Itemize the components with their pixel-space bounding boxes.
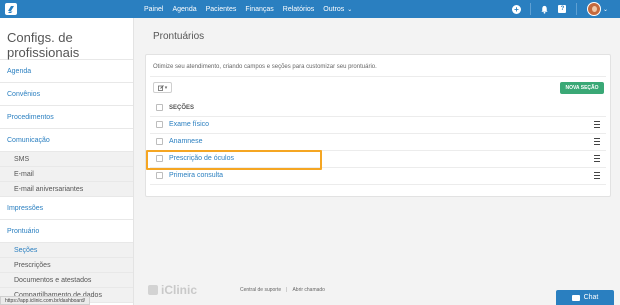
- sidebar-subitem-sms[interactable]: SMS: [0, 152, 133, 167]
- drag-handle-icon[interactable]: [594, 121, 600, 128]
- table-row: Exame físico: [150, 117, 606, 134]
- sidebar-item-impressoes[interactable]: Impressões: [0, 197, 133, 220]
- help-icon: ?: [558, 5, 567, 13]
- footer-links: Central de suporte | Abrir chamado: [240, 287, 325, 293]
- column-header-secoes: SEÇÕES: [169, 105, 195, 111]
- iclinic-logo-icon: [148, 285, 158, 295]
- nav-relatorios[interactable]: Relatórios: [283, 6, 315, 13]
- section-link[interactable]: Anamnese: [169, 138, 202, 145]
- nav-financas[interactable]: Finanças: [245, 6, 273, 13]
- drag-handle-icon[interactable]: [594, 155, 600, 162]
- drag-handle-icon[interactable]: [594, 172, 600, 179]
- sidebar-item-procedimentos[interactable]: Procedimentos: [0, 106, 133, 129]
- sidebar-subitem-secoes[interactable]: Seções: [0, 243, 133, 258]
- sidebar-item-prontuario[interactable]: Prontuário: [0, 220, 133, 243]
- new-section-button[interactable]: NOVA SEÇÃO: [560, 82, 604, 94]
- notifications-button[interactable]: [540, 5, 549, 14]
- edit-icon: [157, 84, 164, 91]
- sidebar-title: Configs. de profissionais: [0, 18, 133, 60]
- highlight-box: [146, 150, 322, 170]
- chevron-down-icon: ▾: [164, 84, 168, 91]
- sidebar-item-agenda[interactable]: Agenda: [0, 60, 133, 83]
- status-bar-url: https://app.iclinic.com.br/dashboard/: [0, 296, 91, 305]
- page-title: Prontuários: [153, 31, 205, 42]
- row-checkbox[interactable]: [156, 138, 163, 145]
- help-button[interactable]: ?: [558, 5, 567, 14]
- avatar-face: [591, 6, 597, 12]
- table-header-row: SEÇÕES: [150, 100, 606, 117]
- intro-text: Otimize seu atendimento, criando campos …: [153, 64, 377, 70]
- table-row: Primeira consulta: [150, 168, 606, 185]
- main-nav: Painel Agenda Pacientes Finanças Relatór…: [144, 0, 361, 18]
- divider: [150, 76, 606, 77]
- drag-handle-icon[interactable]: [594, 138, 600, 145]
- select-all-checkbox[interactable]: [156, 104, 163, 111]
- divider: [575, 3, 577, 15]
- nav-agenda[interactable]: Agenda: [172, 6, 196, 13]
- chat-label: Chat: [583, 294, 599, 301]
- sidebar-subitem-documentos[interactable]: Documentos e atestados: [0, 273, 133, 288]
- nav-painel[interactable]: Painel: [144, 6, 163, 13]
- sidebar-subitem-email-aniversariantes[interactable]: E-mail aniversariantes: [0, 182, 133, 197]
- top-navbar: Painel Agenda Pacientes Finanças Relatór…: [0, 0, 620, 18]
- row-checkbox[interactable]: [156, 121, 163, 128]
- divider: [529, 3, 531, 15]
- sidebar-item-convenios[interactable]: Convênios: [0, 83, 133, 106]
- table-row: Anamnese: [150, 134, 606, 151]
- nav-outros-label: Outros: [323, 5, 345, 13]
- plus-circle-icon: +: [511, 4, 521, 14]
- section-link[interactable]: Primeira consulta: [169, 172, 223, 179]
- row-checkbox[interactable]: [156, 172, 163, 179]
- add-button[interactable]: +: [511, 4, 521, 14]
- footer-brand: iClinic: [148, 283, 197, 297]
- brand-name: iClinic: [161, 283, 198, 297]
- chevron-down-icon[interactable]: ⌄: [603, 6, 608, 13]
- sidebar-subitem-prescricoes[interactable]: Prescrições: [0, 258, 133, 273]
- section-link[interactable]: Exame físico: [169, 121, 209, 128]
- chevron-down-icon: ⌄: [347, 6, 353, 13]
- iclinic-logo-icon[interactable]: [4, 2, 18, 16]
- nav-outros[interactable]: Outros ⌄: [323, 6, 352, 13]
- footer-separator: |: [286, 287, 288, 293]
- chat-icon: [571, 294, 580, 301]
- bell-icon: [541, 5, 548, 14]
- open-ticket-link[interactable]: Abrir chamado: [292, 287, 325, 293]
- support-center-link[interactable]: Central de suporte: [240, 287, 281, 293]
- sidebar: Configs. de profissionais Agenda Convêni…: [0, 18, 134, 305]
- bulk-actions-dropdown[interactable]: ▾: [153, 82, 172, 93]
- sidebar-subitem-email[interactable]: E-mail: [0, 167, 133, 182]
- nav-pacientes[interactable]: Pacientes: [206, 6, 237, 13]
- sidebar-item-comunicacao[interactable]: Comunicação: [0, 129, 133, 152]
- top-actions: + ? ⌄: [503, 0, 608, 18]
- avatar[interactable]: [586, 2, 601, 16]
- chat-button[interactable]: Chat: [556, 290, 614, 305]
